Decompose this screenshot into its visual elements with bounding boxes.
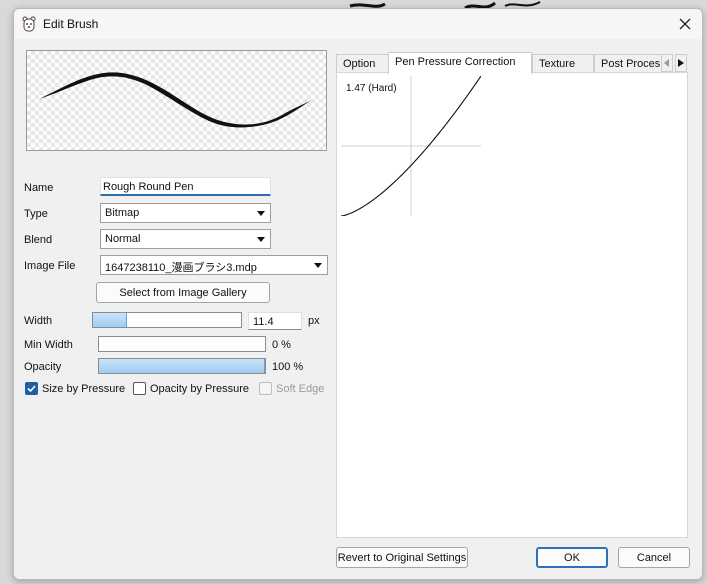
bear-app-icon	[22, 16, 36, 32]
tab-texture[interactable]: Texture	[532, 54, 594, 73]
min-width-value: 0 %	[272, 339, 291, 351]
tab-option-label: Option	[343, 58, 376, 70]
opacity-value: 100 %	[272, 361, 304, 373]
title-bar: Edit Brush	[14, 9, 702, 39]
min-width-label: Min Width	[24, 339, 73, 351]
image-file-label: Image File	[24, 260, 76, 272]
opacity-slider[interactable]	[98, 358, 266, 374]
chevron-down-icon	[257, 211, 265, 216]
soft-edge-checkbox[interactable]	[259, 382, 272, 395]
chevron-right-icon	[678, 59, 684, 67]
blend-select-value: Normal	[105, 233, 141, 245]
opacity-by-pressure-checkbox[interactable]	[133, 382, 146, 395]
pressure-value-label: 1.47 (Hard)	[346, 83, 397, 94]
chevron-down-icon	[257, 237, 265, 242]
size-by-pressure-checkbox[interactable]	[25, 382, 38, 395]
tab-option[interactable]: Option	[336, 54, 390, 73]
ok-button[interactable]: OK	[536, 547, 608, 568]
opacity-label: Opacity	[24, 361, 62, 373]
cancel-button[interactable]: Cancel	[618, 547, 690, 568]
tab-post-process-label: Post Proces	[601, 58, 661, 70]
select-from-gallery-label: Select from Image Gallery	[119, 286, 247, 299]
tab-pen-pressure-correction-label: Pen Pressure Correction	[395, 56, 516, 68]
tab-scroll-right-button[interactable]	[675, 54, 687, 72]
image-file-select[interactable]: 1647238110_漫画ブラシ3.mdp	[100, 255, 328, 275]
tab-pen-pressure-correction[interactable]: Pen Pressure Correction	[388, 52, 532, 74]
close-button[interactable]	[672, 11, 698, 37]
width-unit: px	[308, 315, 320, 327]
cancel-button-label: Cancel	[636, 551, 672, 564]
blend-select[interactable]: Normal	[100, 229, 271, 249]
name-field[interactable]: Rough Round Pen	[100, 177, 271, 196]
opacity-by-pressure-label[interactable]: Opacity by Pressure	[150, 383, 249, 395]
width-slider[interactable]	[92, 312, 242, 328]
image-file-select-value: 1647238110_漫画ブラシ3.mdp	[105, 262, 257, 274]
edit-brush-dialog: Edit Brush Name Rough Round Pen Type Bit…	[13, 8, 703, 580]
opacity-slider-fill	[99, 359, 265, 373]
revert-button[interactable]: Revert to Original Settings	[336, 547, 468, 568]
width-slider-fill	[93, 313, 128, 327]
type-select[interactable]: Bitmap	[100, 203, 271, 223]
pressure-curve-editor[interactable]: 1.47 (Hard)	[340, 75, 482, 217]
ok-button-label: OK	[564, 551, 580, 564]
select-from-gallery-button[interactable]: Select from Image Gallery	[96, 282, 270, 303]
checkmark-icon	[27, 385, 36, 393]
settings-tabs: Option Pen Pressure Correction Texture P…	[336, 52, 694, 74]
type-select-value: Bitmap	[105, 207, 140, 219]
brush-stroke-preview	[39, 72, 312, 128]
close-icon	[679, 18, 691, 30]
revert-button-label: Revert to Original Settings	[337, 551, 467, 564]
tab-scroll-left-button[interactable]	[661, 54, 673, 72]
width-input[interactable]: 11.4	[248, 312, 302, 330]
name-label: Name	[24, 182, 54, 194]
chevron-down-icon	[314, 263, 322, 268]
chevron-left-icon	[664, 59, 669, 67]
pressure-curve-graph[interactable]	[340, 75, 482, 217]
brush-preview	[26, 50, 327, 151]
width-label: Width	[24, 315, 53, 327]
type-label: Type	[24, 208, 48, 220]
tab-texture-label: Texture	[539, 58, 576, 70]
min-width-slider[interactable]	[98, 336, 266, 352]
size-by-pressure-label[interactable]: Size by Pressure	[42, 383, 125, 395]
window-title: Edit Brush	[43, 17, 99, 31]
blend-label: Blend	[24, 234, 53, 246]
pen-pressure-panel: 1.47 (Hard)	[336, 72, 688, 538]
soft-edge-label[interactable]: Soft Edge	[276, 383, 324, 395]
